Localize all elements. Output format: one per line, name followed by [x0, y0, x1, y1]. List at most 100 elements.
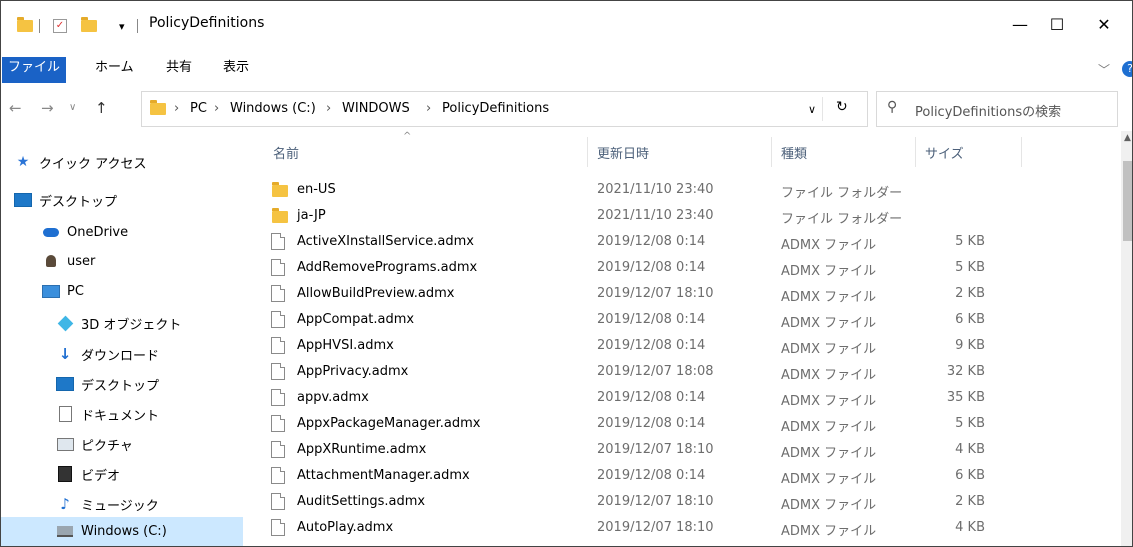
- recent-locations-icon[interactable]: ∨: [69, 102, 76, 113]
- file-name: AuditSettings.admx: [297, 494, 426, 509]
- tab-share[interactable]: 共有: [166, 57, 192, 83]
- desktop-icon: [13, 193, 33, 207]
- nav-quick-access[interactable]: ★ クイック アクセス: [13, 149, 147, 175]
- column-header-type[interactable]: 種類: [781, 143, 807, 162]
- nav-downloads[interactable]: ↓ ダウンロード: [55, 341, 159, 367]
- file-type: ADMX ファイル: [781, 264, 877, 279]
- download-icon: ↓: [58, 345, 72, 363]
- file-type: ファイル フォルダー: [781, 212, 903, 227]
- file-type: ADMX ファイル: [781, 420, 877, 435]
- file-date: 2019/12/08 0:14: [597, 260, 706, 275]
- nav-documents[interactable]: ドキュメント: [55, 401, 159, 427]
- tab-view[interactable]: 表示: [223, 57, 249, 83]
- file-name: AppHVSI.admx: [297, 338, 394, 353]
- nav-pictures[interactable]: ピクチャ: [55, 431, 133, 457]
- scrollbar-thumb[interactable]: [1123, 161, 1132, 241]
- breadcrumb-separator[interactable]: ›: [214, 101, 219, 116]
- file-icon: [271, 441, 285, 458]
- nav-label: user: [67, 253, 96, 269]
- file-row[interactable]: ja-JP 2021/11/10 23:40 ファイル フォルダー: [245, 203, 1115, 229]
- nav-3d-objects[interactable]: 3D オブジェクト: [55, 310, 181, 336]
- nav-label: PC: [67, 283, 84, 299]
- file-type: ADMX ファイル: [781, 498, 877, 513]
- file-date: 2019/12/08 0:14: [597, 338, 706, 353]
- back-arrow-icon[interactable]: ←: [9, 99, 22, 117]
- nav-label: ダウンロード: [81, 348, 160, 364]
- nav-desktop[interactable]: デスクトップ: [13, 187, 117, 213]
- expand-ribbon-icon[interactable]: ﹀: [1098, 61, 1110, 78]
- file-row[interactable]: AttachmentManager.admx 2019/12/08 0:14 ADM…: [245, 463, 1115, 489]
- vertical-scrollbar[interactable]: ▲: [1121, 131, 1132, 546]
- nav-label: ピクチャ: [81, 438, 133, 454]
- nav-user[interactable]: user: [41, 248, 95, 274]
- file-size: 35 KB: [946, 390, 985, 405]
- file-row[interactable]: ActiveXInstallService.admx 2019/12/08 0:1…: [245, 229, 1115, 255]
- file-icon: [271, 493, 285, 510]
- nav-windows-c[interactable]: Windows (C:): [1, 517, 243, 546]
- customize-qat-icon[interactable]: ▾: [119, 15, 125, 37]
- file-size: 5 KB: [955, 416, 985, 431]
- file-name: appv.admx: [297, 390, 369, 405]
- address-dropdown-icon[interactable]: ∨: [808, 103, 816, 116]
- file-row[interactable]: en-US 2021/11/10 23:40 ファイル フォルダー: [245, 177, 1115, 203]
- column-header-name[interactable]: 名前: [273, 143, 299, 162]
- file-row[interactable]: appv.admx 2019/12/08 0:14 ADMX ファイル 35 KB: [245, 385, 1115, 411]
- breadcrumb-separator[interactable]: ›: [326, 101, 331, 116]
- file-row[interactable]: AppPrivacy.admx 2019/12/07 18:08 ADMX ファイル…: [245, 359, 1115, 385]
- cube-icon: [55, 315, 75, 331]
- properties-icon[interactable]: ✓: [53, 15, 67, 37]
- column-divider[interactable]: [587, 137, 588, 167]
- breadcrumb-drive[interactable]: Windows (C:): [230, 101, 316, 116]
- column-divider[interactable]: [1021, 137, 1022, 167]
- file-name: AppPrivacy.admx: [297, 364, 409, 379]
- search-input[interactable]: PolicyDefinitionsの検索: [915, 101, 1061, 120]
- tab-file[interactable]: ファイル: [2, 57, 66, 83]
- column-divider[interactable]: [915, 137, 916, 167]
- nav-music[interactable]: ♪ ミュージック: [55, 491, 159, 517]
- file-row[interactable]: AppCompat.admx 2019/12/08 0:14 ADMX ファイル 6 …: [245, 307, 1115, 333]
- help-icon[interactable]: ?: [1122, 61, 1132, 77]
- column-header-size[interactable]: サイズ: [925, 143, 964, 162]
- file-date: 2021/11/10 23:40: [597, 182, 714, 197]
- file-row[interactable]: AppHVSI.admx 2019/12/08 0:14 ADMX ファイル 9 KB: [245, 333, 1115, 359]
- file-row[interactable]: AppxPackageManager.admx 2019/12/08 0:14 AD…: [245, 411, 1115, 437]
- column-divider[interactable]: [771, 137, 772, 167]
- breadcrumb-windows[interactable]: WINDOWS: [342, 101, 410, 116]
- file-icon: [271, 259, 285, 276]
- search-box[interactable]: ⚲ PolicyDefinitionsの検索: [876, 91, 1118, 127]
- file-icon: [271, 415, 285, 432]
- maximize-button[interactable]: ☐: [1034, 11, 1080, 39]
- up-arrow-icon[interactable]: ↑: [95, 99, 108, 117]
- file-row[interactable]: AppXRuntime.admx 2019/12/07 18:10 ADMX ファイ…: [245, 437, 1115, 463]
- scroll-up-icon[interactable]: ▲: [1121, 133, 1132, 147]
- file-icon: [271, 519, 285, 536]
- new-folder-icon[interactable]: [81, 15, 97, 37]
- nav-label: 3D オブジェクト: [81, 317, 182, 333]
- nav-pc[interactable]: PC: [41, 278, 84, 304]
- breadcrumb-separator[interactable]: ›: [174, 101, 179, 116]
- file-row[interactable]: AutoPlay.admx 2019/12/07 18:10 ADMX ファイル 4 …: [245, 515, 1115, 541]
- file-size: 2 KB: [955, 286, 985, 301]
- forward-arrow-icon[interactable]: →: [41, 99, 54, 117]
- file-row[interactable]: AuditSettings.admx 2019/12/07 18:10 ADMX フ…: [245, 489, 1115, 515]
- breadcrumb-policydefinitions[interactable]: PolicyDefinitions: [442, 101, 549, 116]
- close-button[interactable]: ✕: [1081, 11, 1127, 39]
- file-row[interactable]: AddRemovePrograms.admx 2019/12/08 0:14 ADM…: [245, 255, 1115, 281]
- breadcrumb-separator[interactable]: ›: [426, 101, 431, 116]
- address-bar[interactable]: › PC › Windows (C:) › WINDOWS › PolicyDe…: [141, 91, 868, 127]
- nav-desktop-pc[interactable]: デスクトップ: [55, 371, 159, 397]
- file-name: en-US: [297, 182, 336, 197]
- nav-onedrive[interactable]: OneDrive: [41, 219, 128, 245]
- file-row[interactable]: AllowBuildPreview.admx 2019/12/07 18:10 AD…: [245, 281, 1115, 307]
- cloud-icon: [41, 227, 61, 237]
- breadcrumb-pc[interactable]: PC: [190, 101, 207, 116]
- tab-home[interactable]: ホーム: [95, 57, 134, 83]
- file-size: 5 KB: [955, 260, 985, 275]
- document-icon: [55, 406, 75, 422]
- column-header-date[interactable]: 更新日時: [597, 143, 649, 162]
- file-type: ADMX ファイル: [781, 524, 877, 539]
- refresh-icon[interactable]: ↻: [836, 99, 848, 115]
- nav-videos[interactable]: ビデオ: [55, 461, 120, 487]
- separator: [137, 15, 138, 37]
- file-name: AutoPlay.admx: [297, 520, 394, 535]
